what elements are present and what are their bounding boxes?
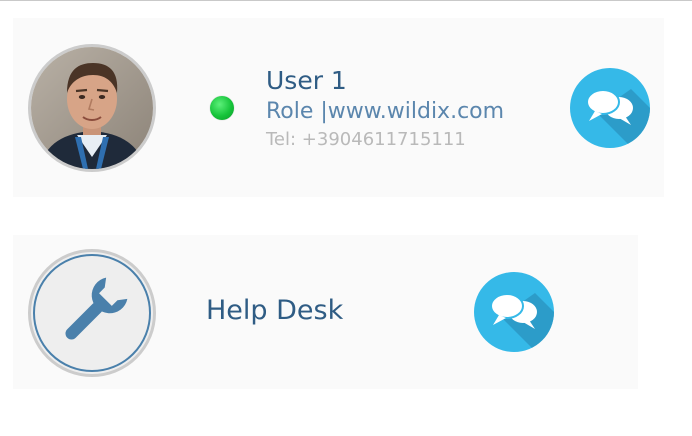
avatar[interactable] bbox=[28, 44, 156, 172]
contact-role: Role |www.wildix.com bbox=[266, 99, 505, 124]
wrench-icon bbox=[33, 254, 151, 372]
online-status-indicator bbox=[210, 96, 234, 120]
contact-card-user-1: User 1 Role |www.wildix.com Tel: +390461… bbox=[13, 18, 664, 197]
top-divider bbox=[0, 0, 692, 1]
contact-phone: Tel: +3904611715111 bbox=[266, 129, 466, 150]
avatar[interactable] bbox=[28, 249, 156, 377]
chat-button[interactable] bbox=[473, 271, 555, 353]
chat-bubbles-icon bbox=[570, 68, 650, 148]
user-photo-avatar bbox=[31, 47, 153, 169]
contact-card-help-desk: Help Desk bbox=[13, 235, 638, 389]
contact-name: Help Desk bbox=[206, 295, 344, 326]
chat-button[interactable] bbox=[569, 67, 651, 149]
contact-name: User 1 bbox=[266, 66, 347, 95]
chat-bubbles-icon bbox=[474, 272, 554, 352]
